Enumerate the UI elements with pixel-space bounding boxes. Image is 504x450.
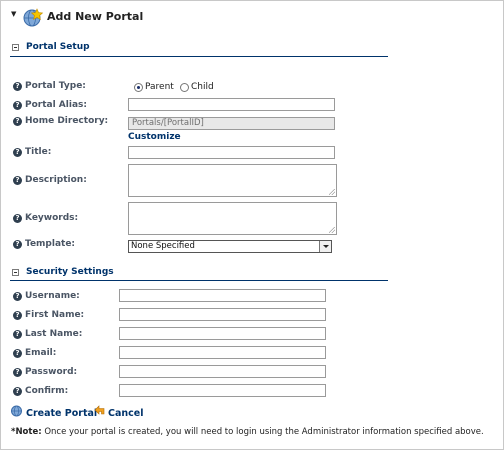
last-name-input[interactable] — [119, 327, 326, 340]
password-label: Password: — [25, 367, 78, 377]
confirm-password-input[interactable] — [119, 384, 326, 397]
template-label: Template: — [25, 239, 76, 249]
section-divider — [10, 56, 388, 57]
template-select[interactable]: None Specified — [128, 240, 332, 253]
username-input[interactable] — [119, 289, 326, 302]
description-label: Description: — [25, 175, 87, 185]
resize-grip-icon[interactable] — [329, 227, 335, 233]
portal-type-label: Portal Type: — [25, 81, 86, 91]
keywords-label: Keywords: — [25, 213, 79, 223]
title-input[interactable] — [128, 146, 335, 159]
create-portal-button[interactable]: Create Portal — [26, 408, 97, 419]
password-input[interactable] — [119, 365, 326, 378]
first-name-label: First Name: — [25, 310, 85, 320]
title-label: Title: — [25, 147, 52, 157]
section-title-portal-setup: Portal Setup — [26, 42, 90, 52]
section-divider — [10, 280, 388, 281]
last-name-label: Last Name: — [25, 329, 83, 339]
cancel-button[interactable]: Cancel — [108, 408, 143, 419]
portal-type-parent-label: Parent — [145, 82, 174, 92]
collapse-toggle-icon[interactable]: ▼ — [11, 10, 16, 18]
help-icon[interactable]: ? — [13, 240, 22, 249]
help-icon[interactable]: ? — [13, 330, 22, 339]
note-text: Once your portal is created, you will ne… — [44, 427, 484, 437]
portal-type-child-label: Child — [191, 82, 214, 92]
customize-link[interactable]: Customize — [128, 132, 181, 142]
cancel-arrow-icon[interactable] — [94, 405, 105, 416]
home-directory-label: Home Directory: — [25, 116, 109, 126]
email-label: Email: — [25, 348, 57, 358]
resize-grip-icon[interactable] — [329, 189, 335, 195]
portal-alias-input[interactable] — [128, 98, 335, 111]
help-icon[interactable]: ? — [13, 117, 22, 126]
help-icon[interactable]: ? — [13, 292, 22, 301]
page-title: Add New Portal — [47, 10, 144, 23]
help-icon[interactable]: ? — [13, 368, 22, 377]
help-icon[interactable]: ? — [13, 311, 22, 320]
portal-star-icon — [23, 8, 44, 27]
collapse-section-icon[interactable] — [12, 44, 19, 51]
help-icon[interactable]: ? — [13, 101, 22, 110]
template-selected-value: None Specified — [131, 241, 195, 251]
first-name-input[interactable] — [119, 308, 326, 321]
description-textarea[interactable] — [128, 164, 337, 197]
collapse-section-icon[interactable] — [12, 269, 19, 276]
help-icon[interactable]: ? — [13, 148, 22, 157]
help-icon[interactable]: ? — [13, 387, 22, 396]
keywords-textarea[interactable] — [128, 202, 337, 235]
portal-alias-label: Portal Alias: — [25, 100, 87, 110]
note-prefix: *Note: — [11, 427, 42, 437]
portal-type-parent-radio[interactable] — [134, 83, 143, 92]
help-icon[interactable]: ? — [13, 214, 22, 223]
username-label: Username: — [25, 291, 80, 301]
footer-note: *Note: Once your portal is created, you … — [11, 427, 484, 437]
portal-type-child-radio[interactable] — [180, 83, 189, 92]
help-icon[interactable]: ? — [13, 176, 22, 185]
email-input[interactable] — [119, 346, 326, 359]
help-icon[interactable]: ? — [13, 82, 22, 91]
chevron-down-icon[interactable] — [319, 241, 331, 252]
confirm-label: Confirm: — [25, 386, 69, 396]
help-icon[interactable]: ? — [13, 349, 22, 358]
home-directory-input: Portals/[PortalID] — [128, 117, 335, 130]
section-title-security-settings: Security Settings — [26, 267, 114, 277]
create-portal-icon[interactable] — [10, 405, 23, 417]
